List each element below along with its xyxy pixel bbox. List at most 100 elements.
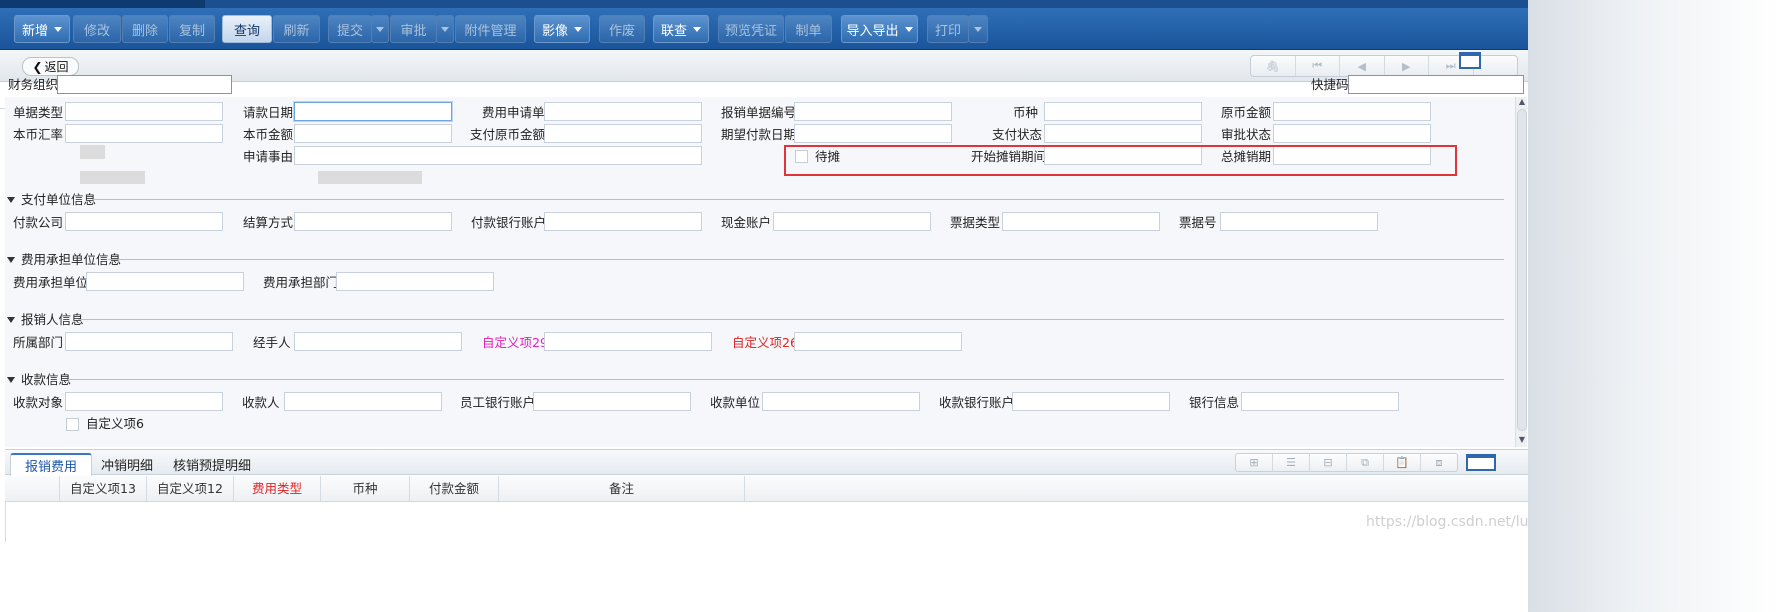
section-divider — [68, 379, 1504, 380]
copy-row-icon[interactable]: ⧉ — [1347, 454, 1384, 471]
detail-table-body[interactable] — [5, 502, 1528, 542]
local-amount-input[interactable] — [294, 124, 452, 143]
preview-voucher-button[interactable]: 预览凭证 — [718, 15, 784, 43]
delete-row-icon[interactable]: ⊟ — [1310, 454, 1347, 471]
custom29-input[interactable] — [544, 332, 712, 351]
scrollbar-thumb[interactable] — [1517, 109, 1527, 431]
tab-writeoff-detail[interactable]: 冲销明细 — [87, 453, 167, 476]
new-button[interactable]: 新增 — [14, 15, 70, 43]
approve-dropdown[interactable] — [436, 15, 454, 43]
print-button[interactable]: 打印 — [927, 15, 969, 43]
submit-dropdown[interactable] — [371, 15, 389, 43]
tab-accrual-detail[interactable]: 核销预提明细 — [159, 453, 265, 476]
column-header[interactable]: 自定义项12 — [147, 476, 234, 502]
receipt-bank-account-input[interactable] — [1012, 392, 1170, 411]
scroll-down-icon[interactable]: ▼ — [1517, 435, 1527, 445]
employee-bank-account-input[interactable] — [533, 392, 691, 411]
payee-input[interactable] — [284, 392, 442, 411]
previous-record-icon[interactable]: ◀ — [1340, 56, 1385, 76]
submit-button[interactable]: 提交 — [328, 15, 372, 43]
cash-account-input[interactable] — [773, 212, 931, 231]
reimburser-section-header[interactable]: 报销人信息 — [5, 312, 84, 328]
new-label: 新增 — [21, 23, 48, 39]
pay-company-input[interactable] — [65, 212, 223, 231]
chevron-down-icon — [376, 26, 384, 32]
print-dropdown[interactable] — [968, 15, 988, 43]
chevron-down-icon — [904, 26, 913, 32]
preview-voucher-label: 预览凭证 — [724, 23, 777, 39]
bearer-section-header[interactable]: 费用承担单位信息 — [5, 252, 121, 268]
bearer-unit-input[interactable] — [86, 272, 244, 291]
void-button[interactable]: 作废 — [599, 15, 645, 43]
print-label: 打印 — [934, 23, 961, 39]
paste-end-icon[interactable]: ⧈ — [1421, 454, 1457, 471]
custom6-checkbox[interactable] — [66, 418, 79, 431]
scroll-up-icon[interactable]: ▲ — [1517, 97, 1527, 107]
bank-info-label: 银行信息 — [1189, 395, 1240, 410]
first-record-icon[interactable]: ⏮ — [1296, 56, 1340, 76]
paste-row-icon[interactable]: 📋 — [1384, 454, 1421, 471]
finance-org-input[interactable] — [57, 75, 232, 94]
attachment-button[interactable]: 附件管理 — [455, 15, 526, 43]
attachment-icon[interactable]: 🖇 — [1251, 56, 1296, 76]
tab-reimburse-expense[interactable]: 报销费用 — [10, 453, 93, 476]
quick-code-label: 快捷码 — [1311, 77, 1349, 92]
pay-status-input[interactable] — [1044, 124, 1202, 143]
column-header[interactable]: 付款金额 — [410, 476, 499, 502]
custom6-label: 自定义项6 — [86, 416, 144, 431]
current-tab-marker — [0, 0, 205, 8]
pay-bank-account-input[interactable] — [544, 212, 702, 231]
handler-input[interactable] — [294, 332, 462, 351]
import-export-button[interactable]: 导入导出 — [841, 15, 918, 43]
copy-button[interactable]: 复制 — [169, 15, 215, 43]
payer-section-header[interactable]: 支付单位信息 — [5, 192, 96, 208]
quick-code-input[interactable] — [1348, 75, 1524, 94]
pay-orig-amount-input[interactable] — [544, 124, 702, 143]
edit-button[interactable]: 修改 — [73, 15, 121, 43]
column-header[interactable]: 自定义项13 — [60, 476, 147, 502]
dept-input[interactable] — [65, 332, 233, 351]
receipt-object-input[interactable] — [65, 392, 223, 411]
image-button[interactable]: 影像 — [534, 15, 590, 43]
finance-org-label: 财务组织 — [8, 77, 59, 92]
doc-type-input[interactable] — [65, 102, 223, 121]
add-row-icon[interactable]: ⊞ — [1236, 454, 1273, 471]
back-button[interactable]: ❮ 返回 — [22, 57, 79, 76]
currency-input[interactable] — [1044, 102, 1202, 121]
local-rate-input[interactable] — [65, 124, 223, 143]
bank-info-input[interactable] — [1241, 392, 1399, 411]
expense-request-input[interactable] — [544, 102, 702, 121]
column-header[interactable]: 币种 — [321, 476, 410, 502]
reason-input[interactable] — [294, 146, 702, 165]
apply-date-input[interactable] — [294, 102, 452, 121]
collapse-triangle-icon — [7, 317, 15, 323]
bearer-dept-input[interactable] — [336, 272, 494, 291]
bill-type-input[interactable] — [1002, 212, 1160, 231]
chevron-down-icon — [54, 26, 62, 32]
receipt-section-header[interactable]: 收款信息 — [5, 372, 71, 388]
bill-no-input[interactable] — [1220, 212, 1378, 231]
expected-pay-date-input[interactable] — [794, 124, 952, 143]
receipt-unit-input[interactable] — [762, 392, 920, 411]
copy-label: 复制 — [178, 23, 205, 39]
reimburse-no-input[interactable] — [794, 102, 952, 121]
make-voucher-button[interactable]: 制单 — [785, 15, 832, 43]
custom26-input[interactable] — [794, 332, 962, 351]
query-button[interactable]: 查询 — [222, 15, 272, 43]
chevron-left-icon: ❮ — [32, 59, 43, 74]
linked-query-button[interactable]: 联查 — [653, 15, 709, 43]
expand-grid-icon[interactable] — [1466, 454, 1496, 471]
delete-button[interactable]: 删除 — [122, 15, 168, 43]
maximize-window-icon[interactable] — [1459, 52, 1481, 69]
insert-row-icon[interactable]: ☰ — [1273, 454, 1310, 471]
form-vertical-scrollbar[interactable]: ▲ ▼ — [1515, 97, 1527, 447]
approve-button[interactable]: 审批 — [390, 15, 437, 43]
column-header[interactable]: 备注 — [499, 476, 745, 502]
settle-method-input[interactable] — [294, 212, 452, 231]
refresh-button[interactable]: 刷新 — [273, 15, 320, 43]
next-record-icon[interactable]: ▶ — [1385, 56, 1429, 76]
orig-amount-input[interactable] — [1273, 102, 1431, 121]
approval-status-input[interactable] — [1273, 124, 1431, 143]
orig-amount-label: 原币金额 — [1221, 105, 1272, 120]
column-header-required[interactable]: 费用类型 — [234, 476, 321, 502]
